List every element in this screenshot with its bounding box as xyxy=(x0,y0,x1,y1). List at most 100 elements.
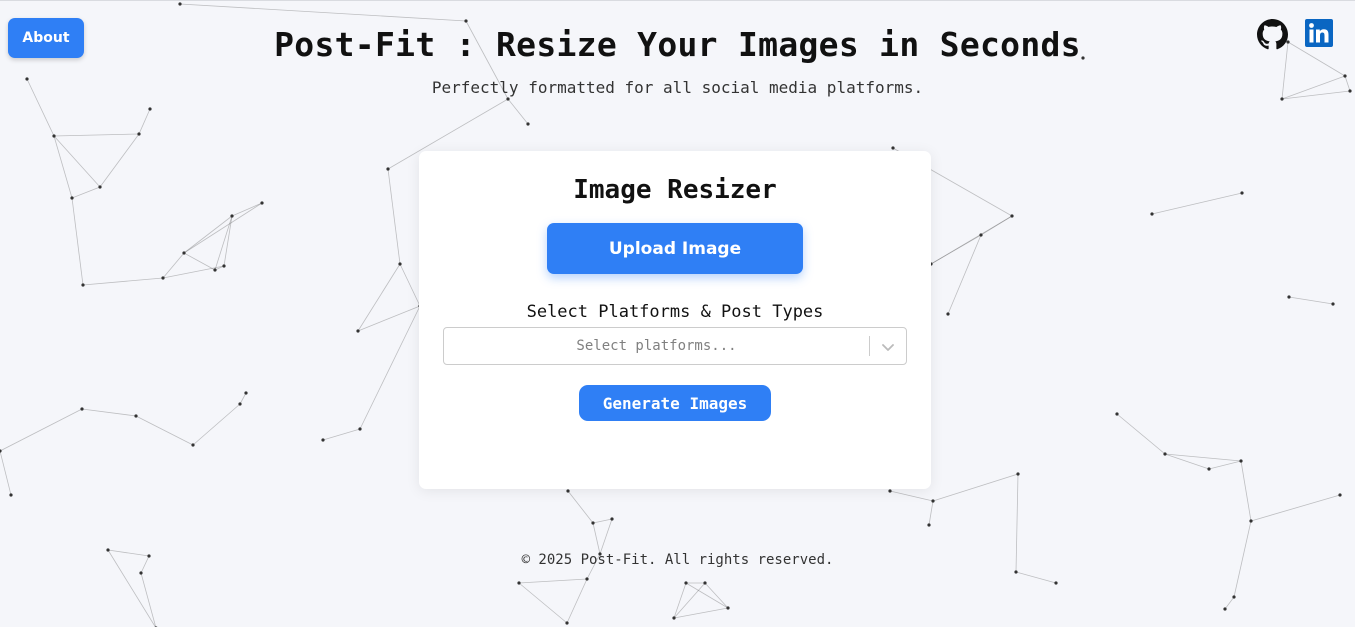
network-edge xyxy=(357,263,401,332)
network-edge xyxy=(685,582,729,609)
network-node xyxy=(1287,295,1291,299)
github-icon xyxy=(1257,19,1288,50)
network-node xyxy=(591,521,595,525)
network-node xyxy=(244,391,248,395)
network-edge xyxy=(507,98,529,125)
generate-images-button[interactable]: Generate Images xyxy=(579,385,771,421)
network-node xyxy=(1150,212,1154,216)
card-title: Image Resizer xyxy=(573,175,777,205)
network-edge xyxy=(162,265,225,279)
network-node xyxy=(946,312,950,316)
network-node xyxy=(506,97,510,101)
network-node xyxy=(260,201,264,205)
network-node xyxy=(178,2,182,6)
platforms-label: Select Platforms & Post Types xyxy=(526,302,824,322)
network-node xyxy=(726,606,730,610)
network-edge xyxy=(518,578,588,584)
network-node xyxy=(1240,191,1244,195)
network-edge xyxy=(518,582,568,624)
network-edge xyxy=(387,168,401,265)
network-edge xyxy=(239,392,247,405)
network-node xyxy=(565,621,569,625)
network-node xyxy=(52,134,56,138)
network-edge xyxy=(673,607,729,619)
network-edge xyxy=(1288,296,1334,305)
network-node xyxy=(182,251,186,255)
page-subtitle: Perfectly formatted for all social media… xyxy=(431,78,924,97)
image-resizer-card: Image Resizer Upload Image Select Platfo… xyxy=(419,151,931,489)
network-node xyxy=(321,438,325,442)
network-node xyxy=(1338,493,1342,497)
network-edge xyxy=(359,305,421,430)
network-edge xyxy=(82,277,164,286)
network-node xyxy=(1280,97,1284,101)
platforms-select[interactable]: Select platforms... xyxy=(443,327,907,365)
network-node xyxy=(684,581,688,585)
network-edge xyxy=(889,490,934,502)
network-node xyxy=(610,517,614,521)
network-edge xyxy=(135,415,194,446)
linkedin-icon xyxy=(1305,19,1333,47)
network-node xyxy=(148,107,152,111)
network-node xyxy=(1331,302,1335,306)
network-node xyxy=(979,233,983,237)
network-edge xyxy=(53,135,101,188)
network-edge xyxy=(322,428,361,441)
network-edge xyxy=(53,135,73,199)
network-node xyxy=(927,523,931,527)
network-node xyxy=(672,616,676,620)
network-node xyxy=(1014,570,1018,574)
network-edge xyxy=(567,490,594,524)
network-node xyxy=(137,132,141,136)
network-edge xyxy=(138,108,151,135)
network-node xyxy=(1223,607,1227,611)
network-node xyxy=(386,167,390,171)
network-edge xyxy=(223,215,233,267)
network-node xyxy=(888,489,892,493)
network-edge xyxy=(928,500,934,526)
network-node xyxy=(9,493,13,497)
network-node xyxy=(358,427,362,431)
network-node xyxy=(213,268,217,272)
github-link[interactable] xyxy=(1257,19,1288,50)
network-edge xyxy=(53,133,140,137)
network-node xyxy=(398,262,402,266)
network-node xyxy=(526,122,530,126)
network-node xyxy=(1232,595,1236,599)
network-edge xyxy=(214,215,233,271)
upload-image-button[interactable]: Upload Image xyxy=(547,223,803,274)
network-edge xyxy=(592,522,601,555)
network-edge xyxy=(99,133,140,188)
network-edge xyxy=(599,518,613,555)
network-edge xyxy=(1116,413,1166,455)
network-node xyxy=(931,499,935,503)
network-node xyxy=(134,414,138,418)
network-node xyxy=(161,276,165,280)
network-edge xyxy=(183,252,216,271)
network-edge xyxy=(1250,494,1341,522)
network-edge xyxy=(179,3,467,22)
linkedin-link[interactable] xyxy=(1305,19,1333,47)
network-edge xyxy=(932,473,1019,502)
page-title: Post-Fit : Resize Your Images in Seconds xyxy=(274,25,1081,64)
network-node xyxy=(238,402,242,406)
network-node xyxy=(1016,472,1020,476)
network-node xyxy=(1054,581,1058,585)
network-edge xyxy=(1240,460,1252,522)
network-node xyxy=(1239,459,1243,463)
network-edge xyxy=(1015,571,1057,584)
chevron-down-icon[interactable] xyxy=(880,339,896,355)
network-node xyxy=(98,185,102,189)
network-node xyxy=(1207,467,1211,471)
network-node xyxy=(464,19,468,23)
network-node xyxy=(703,581,707,585)
network-node xyxy=(566,489,570,493)
platforms-select-placeholder: Select platforms... xyxy=(576,338,737,354)
network-node xyxy=(1010,214,1014,218)
network-edge xyxy=(592,518,613,524)
network-edge xyxy=(0,408,83,452)
network-edge xyxy=(947,234,982,315)
network-node xyxy=(356,329,360,333)
network-node xyxy=(230,214,234,218)
network-edge xyxy=(357,305,421,332)
